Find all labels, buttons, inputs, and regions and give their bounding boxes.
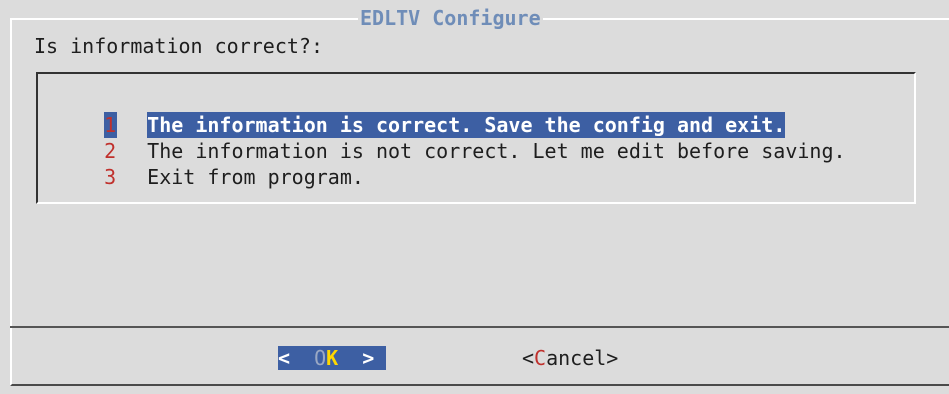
dialog-prompt: Is information correct?:	[34, 34, 323, 58]
ok-button-letter-o: O	[314, 346, 327, 370]
button-separator	[10, 326, 949, 328]
ok-button-hotkey: K	[326, 346, 339, 370]
ok-button-left-bracket: <	[278, 346, 315, 370]
ok-button-right-bracket: >	[338, 346, 375, 370]
menu-item-label: Exit from program.	[147, 165, 364, 189]
menu-item-save-and-exit[interactable]: 1 The information is correct. Save the co…	[56, 86, 786, 138]
menu-list: 1 The information is correct. Save the co…	[36, 72, 916, 204]
cancel-button-open: <	[522, 346, 535, 370]
cancel-button-hotkey: C	[534, 346, 547, 370]
menu-item-exit-program[interactable]: 3 Exit from program.	[56, 138, 364, 189]
dialog-title: EDLTV Configure	[358, 6, 543, 30]
cancel-button-rest: ancel>	[546, 346, 619, 370]
menu-item-tag: 3	[104, 165, 117, 189]
cancel-button[interactable]: <Cancel>	[522, 346, 618, 370]
menu-item-edit-before-saving[interactable]: 2 The information is not correct. Let me …	[56, 112, 845, 163]
ok-button[interactable]: < OK >	[278, 346, 386, 370]
